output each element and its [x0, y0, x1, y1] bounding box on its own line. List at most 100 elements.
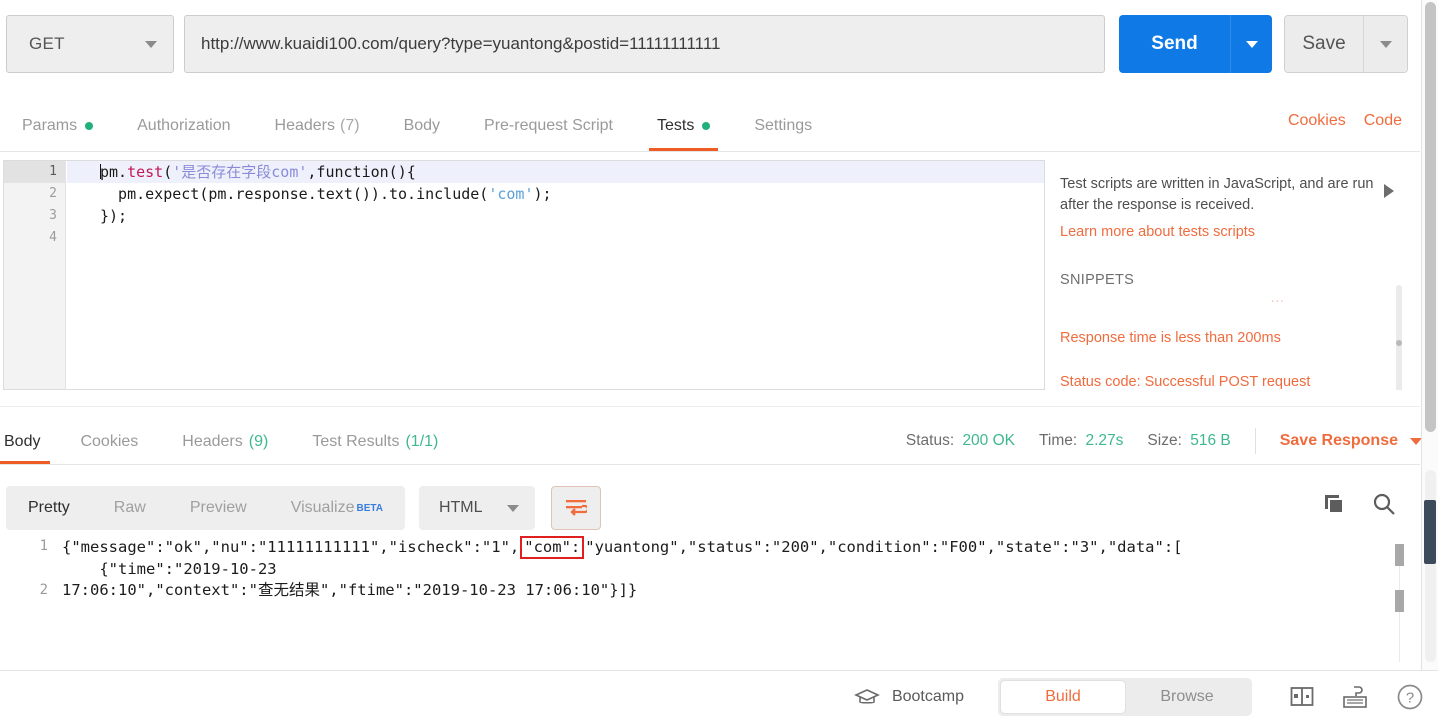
tab-label: Headers [182, 433, 243, 450]
help-button[interactable]: ? [1396, 683, 1424, 711]
tab-body[interactable]: Body [382, 100, 462, 151]
scrollbar-track-lower[interactable] [1425, 470, 1436, 662]
code-token: ( [163, 163, 173, 181]
tab-settings[interactable]: Settings [732, 100, 834, 151]
search-button[interactable] [1372, 492, 1396, 516]
tests-code-editor[interactable]: 1 2 3 4 pm.test('是否存在字段com',function(){ … [3, 160, 1045, 390]
help-panel-scrollbar[interactable] [1396, 285, 1402, 390]
save-options-button[interactable] [1363, 16, 1407, 72]
status-value: 200 OK [962, 432, 1015, 449]
code-token: '是否存在字段com' [172, 163, 308, 181]
format-pretty[interactable]: Pretty [6, 486, 92, 530]
tab-label: Cookies [80, 433, 139, 450]
snippet-item-partial[interactable]: … [1270, 290, 1380, 302]
status-bar-icons: ? [1290, 683, 1424, 711]
response-body-actions [1322, 492, 1396, 516]
copy-button[interactable] [1322, 492, 1346, 516]
time-label: Time: [1039, 432, 1078, 449]
tests-editor-row: 1 2 3 4 pm.test('是否存在字段com',function(){ … [0, 160, 1420, 392]
build-tab[interactable]: Build [1001, 680, 1125, 713]
format-preview[interactable]: Preview [168, 486, 269, 530]
keyboard-icon [1343, 685, 1367, 708]
tab-authorization[interactable]: Authorization [115, 100, 252, 151]
response-line-number: 2 [39, 582, 48, 598]
response-line-2: 2 17:06:10","context":"查无结果","ftime":"20… [0, 580, 1420, 601]
tab-pre-request-script[interactable]: Pre-request Script [462, 100, 635, 151]
response-tab-body[interactable]: Body [0, 420, 58, 464]
scrollbar-thumb-dark[interactable] [1424, 500, 1436, 564]
send-button[interactable]: Send [1119, 15, 1230, 73]
response-scrollbar-thumb-top[interactable] [1395, 544, 1404, 566]
scrollbar-thumb[interactable] [1396, 340, 1402, 346]
keyboard-shortcuts-button[interactable] [1342, 685, 1368, 709]
editor-code-lines: pm.test('是否存在字段com',function(){ pm.expec… [67, 161, 1044, 389]
code-token: pm.expect(pm.response.text()).to.include… [100, 185, 489, 203]
save-response-button[interactable]: Save Response [1280, 432, 1422, 450]
response-tab-cookies[interactable]: Cookies [58, 420, 160, 464]
search-icon [1373, 493, 1395, 515]
snippet-item-response-time[interactable]: Response time is less than 200ms [1060, 330, 1380, 346]
modified-dot-icon [85, 121, 94, 130]
scrollbar-thumb-upper[interactable] [1425, 2, 1436, 432]
graduation-cap-icon [854, 688, 880, 704]
tab-tests[interactable]: Tests [635, 100, 732, 151]
copy-icon [1325, 495, 1344, 514]
gutter-line-number: 1 [4, 161, 77, 183]
main-scrollbar[interactable] [1421, 0, 1438, 670]
response-meta: Status: 200 OK Time: 2.27s Size: 516 B S… [906, 428, 1422, 454]
send-options-button[interactable] [1230, 15, 1272, 73]
save-response-label: Save Response [1279, 432, 1398, 449]
snippets-heading: SNIPPETS [1060, 272, 1135, 289]
layout-toggle-button[interactable] [1290, 686, 1314, 708]
snippet-item-status-code[interactable]: Status code: Successful POST request [1060, 374, 1380, 390]
time-value: 2.27s [1085, 432, 1124, 449]
format-raw[interactable]: Raw [92, 486, 168, 530]
format-visualize[interactable]: Visualize BETA [269, 486, 405, 530]
question-circle-icon: ? [1397, 684, 1423, 709]
tab-headers[interactable]: Headers (7) [253, 100, 382, 151]
save-button[interactable]: Save [1285, 16, 1363, 72]
gutter-line-number: 3 [49, 208, 57, 223]
code-line-1: pm.test('是否存在字段com',function(){ [67, 161, 1044, 183]
tab-count: (7) [340, 116, 360, 134]
size-value: 516 B [1190, 432, 1231, 449]
code-link[interactable]: Code [1364, 112, 1402, 130]
http-method-select[interactable]: GET [6, 15, 174, 73]
beta-badge: BETA [356, 502, 383, 514]
code-line-2: pm.expect(pm.response.text()).to.include… [67, 183, 1044, 205]
cookies-link[interactable]: Cookies [1288, 112, 1346, 130]
divider [1254, 428, 1256, 454]
tab-label: Params [22, 116, 78, 134]
modified-dot-icon [702, 121, 711, 130]
request-url-input[interactable]: http://www.kuaidi100.com/query?type=yuan… [184, 15, 1105, 73]
expand-panel-arrow-icon[interactable] [1384, 184, 1394, 198]
response-body-viewer[interactable]: 1 {"message":"ok","nu":"11111111111","is… [0, 536, 1420, 658]
chevron-down-icon [145, 40, 157, 48]
size-indicator: Size: 516 B [1147, 432, 1230, 450]
learn-more-link[interactable]: Learn more about tests scripts [1060, 224, 1380, 240]
tab-count: (9) [248, 433, 269, 450]
tab-params[interactable]: Params [0, 100, 115, 151]
gutter-line-number: 2 [49, 186, 57, 201]
wrap-lines-button[interactable] [550, 486, 601, 530]
postman-window: GET http://www.kuaidi100.com/query?type=… [0, 0, 1438, 722]
response-language-select[interactable]: HTML [418, 486, 535, 530]
tab-label: Settings [754, 116, 813, 134]
chevron-down-icon [1245, 40, 1258, 48]
browse-tab[interactable]: Browse [1125, 681, 1249, 713]
code-token: 'com' [488, 185, 534, 203]
response-tab-test-results[interactable]: Test Results (1/1) [290, 420, 460, 464]
code-token: ,function(){ [307, 163, 416, 181]
request-tabs: Params Authorization Headers (7) Body Pr… [0, 100, 1420, 152]
format-label: Visualize [290, 499, 355, 516]
response-tab-headers[interactable]: Headers (9) [160, 420, 290, 464]
response-line-text: 17:06:10","context":"查无结果","ftime":"2019… [62, 581, 638, 599]
code-token: pm. [100, 163, 128, 181]
editor-gutter: 1 2 3 4 [4, 161, 77, 389]
http-method-label: GET [29, 34, 65, 53]
bootcamp-button[interactable]: Bootcamp [854, 687, 964, 707]
json-segment: {"time":"2019-10-23 [62, 560, 277, 578]
time-indicator: Time: 2.27s [1039, 432, 1123, 450]
response-scrollbar-thumb-bottom[interactable] [1395, 590, 1404, 612]
